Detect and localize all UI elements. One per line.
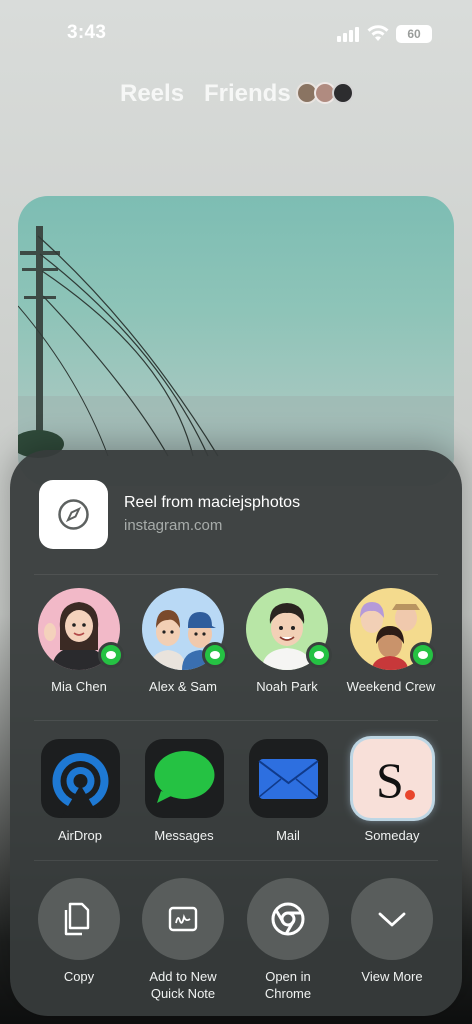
app-label: AirDrop [57,828,103,843]
share-sheet: Reel from maciejsphotos instagram.com Mi… [10,450,462,1016]
app-someday[interactable]: S Someday [342,739,442,843]
contact-weekend-crew[interactable]: Weekend Crew [341,588,441,694]
status-time: 3:43 [67,22,107,43]
contact-name: Noah Park [256,679,318,694]
contact-noah-park[interactable]: Noah Park [237,588,337,694]
contact-name: Mia Chen [51,679,107,694]
avatar [332,82,354,104]
app-label: Someday [364,828,420,843]
tab-reels[interactable]: Reels [120,80,184,108]
tab-friends[interactable]: Friends [204,80,291,108]
action-label: Add to New Quick Note [149,969,217,1001]
copy-icon [38,878,120,960]
divider [34,860,438,861]
share-title: Reel from maciejsphotos [124,494,301,511]
contact-name: Weekend Crew [346,679,436,694]
chrome-icon [247,878,329,960]
contact-mia-chen[interactable]: Mia Chen [29,588,129,694]
action-label: View More [361,969,423,984]
app-label: Mail [276,828,300,843]
someday-icon: S [352,739,432,818]
action-open-in-chrome[interactable]: Open in Chrome [236,878,340,1002]
messages-badge-icon [306,642,332,668]
friends-avatars[interactable] [296,82,356,106]
app-airdrop[interactable]: AirDrop [30,739,130,843]
svg-text:S: S [376,752,404,808]
action-quick-note[interactable]: Add to New Quick Note [131,878,235,1002]
cellular-signal-icon [337,26,361,42]
battery-icon: 60 [396,25,432,43]
status-bar: 3:43 60 [0,0,472,70]
action-label: Copy [63,969,95,984]
contact-alex-sam[interactable]: Alex & Sam [133,588,233,694]
action-view-more[interactable]: View More [340,878,444,985]
messages-badge-icon [98,642,124,668]
divider [34,720,438,721]
quick-note-icon [142,878,224,960]
app-messages[interactable]: Messages [134,739,234,843]
link-preview-thumbnail [39,480,108,549]
share-subtitle: instagram.com [124,517,223,534]
chevron-down-icon [351,878,433,960]
messages-icon [144,739,224,818]
mail-icon [248,739,328,818]
avatar [142,588,228,670]
avatar [350,588,436,670]
safari-compass-icon [58,499,89,530]
action-label: Open in Chrome [264,969,312,1001]
messages-badge-icon [202,642,228,668]
airdrop-icon [40,739,120,818]
messages-badge-icon [410,642,436,668]
action-copy[interactable]: Copy [27,878,131,985]
avatar [38,588,124,670]
avatar [246,588,332,670]
contact-name: Alex & Sam [149,679,217,694]
app-label: Messages [154,828,214,843]
app-mail[interactable]: Mail [238,739,338,843]
wifi-icon [367,25,389,41]
divider [34,574,438,575]
reel-video[interactable] [18,196,454,486]
reels-header: Reels Friends [0,78,472,112]
